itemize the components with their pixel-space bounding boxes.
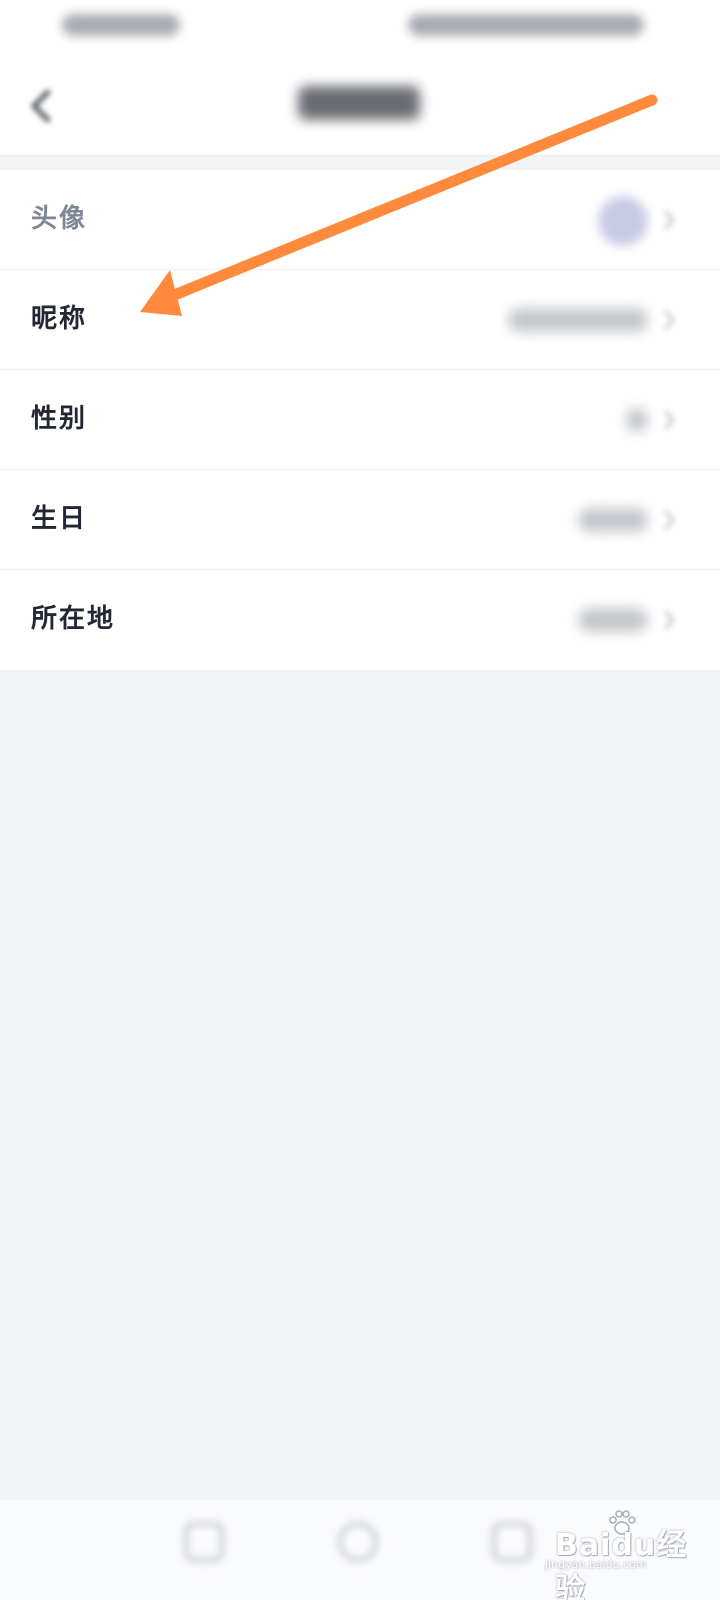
status-bar (0, 0, 720, 56)
settings-row-label: 生日 (31, 504, 88, 534)
chevron-right-icon (663, 310, 676, 330)
chevron-right-icon (663, 410, 676, 430)
page-header (0, 56, 720, 156)
birthday-value-blurred (578, 508, 648, 532)
location-value-blurred (578, 608, 648, 632)
settings-row-label: 性别 (31, 404, 88, 434)
watermark-url: jingyan.baidu.com (545, 1558, 647, 1571)
settings-row-label: 所在地 (31, 604, 116, 634)
settings-row-nickname[interactable]: 昵称 (0, 270, 720, 370)
status-icons-blurred (408, 14, 644, 36)
chevron-right-icon (663, 210, 676, 230)
avatar (598, 196, 648, 246)
settings-row-avatar[interactable]: 头像 (0, 170, 720, 270)
gender-value-blurred (626, 408, 648, 432)
settings-row-label: 昵称 (31, 304, 88, 334)
nav-home-icon[interactable] (184, 1522, 224, 1562)
status-time-blurred (62, 14, 180, 36)
page-title-blurred (298, 86, 420, 120)
chevron-right-icon (663, 510, 676, 530)
settings-row-gender[interactable]: 性别 (0, 370, 720, 470)
settings-row-label: 头像 (31, 204, 88, 234)
profile-settings-list: 头像 昵称 性别 生日 所在地 (0, 170, 720, 670)
back-arrow-icon[interactable] (26, 86, 56, 126)
watermark: Baidu经验 jingyan.baidu.com (545, 1500, 705, 1600)
settings-row-birthday[interactable]: 生日 (0, 470, 720, 570)
nickname-value-blurred (508, 308, 648, 332)
nav-back-icon[interactable] (492, 1522, 532, 1562)
settings-row-location[interactable]: 所在地 (0, 570, 720, 670)
chevron-right-icon (663, 610, 676, 630)
nav-circle-icon[interactable] (338, 1522, 378, 1562)
